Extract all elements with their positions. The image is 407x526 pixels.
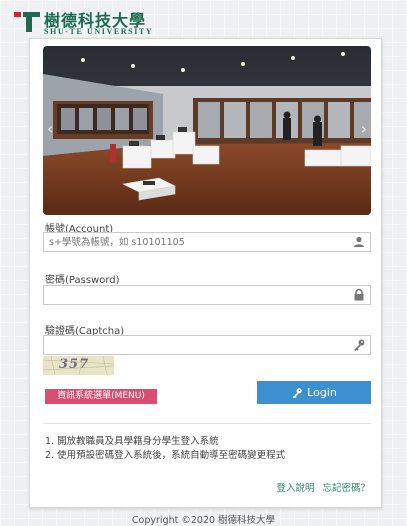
carousel-prev-icon[interactable]: ‹: [47, 121, 53, 137]
account-input[interactable]: [44, 233, 344, 251]
login-card: ‹ › 帳號(Account) 密碼(Password) 驗證碼(Captcha…: [29, 38, 382, 508]
note-item: 2. 使用預設密碼登入系統後，系統自動導至密碼變更程式: [45, 450, 286, 461]
password-field[interactable]: [43, 285, 371, 305]
login-button[interactable]: Login: [257, 381, 371, 404]
captcha-code: 357: [59, 357, 90, 372]
captcha-image[interactable]: 357: [43, 356, 114, 375]
password-label: 密碼(Password): [45, 275, 120, 286]
carousel-next-icon[interactable]: ›: [361, 121, 367, 137]
university-logo-icon: [14, 12, 40, 32]
menu-button[interactable]: 資訊系統選單(MENU): [45, 389, 157, 404]
password-input[interactable]: [44, 286, 344, 304]
exhibition-hall-photo: [43, 46, 371, 215]
key-icon: [354, 339, 365, 351]
lock-icon: [354, 288, 364, 301]
logo-english-name: SHU-TE UNIVERSITY: [44, 27, 154, 36]
login-help-link[interactable]: 登入說明: [276, 483, 314, 494]
help-links: 登入說明 忘記密碼？: [276, 480, 370, 494]
captcha-field[interactable]: [43, 335, 371, 355]
captcha-input[interactable]: [44, 336, 344, 354]
university-logo: 樹德科技大學 SHU-TE UNIVERSITY: [14, 8, 234, 36]
divider: [43, 423, 371, 424]
forgot-password-link[interactable]: 忘記密碼？: [322, 483, 370, 494]
account-field[interactable]: [43, 232, 371, 252]
hero-carousel: ‹ ›: [43, 46, 371, 215]
note-item: 1. 開放教職員及具學籍身分學生登入系統: [45, 436, 219, 447]
copyright-footer: Copyright ©2020 樹德科技大學: [131, 515, 276, 526]
key-icon: [292, 387, 302, 398]
user-icon: [354, 236, 364, 247]
login-notes: 1. 開放教職員及具學籍身分學生登入系統 2. 使用預設密碼登入系統後，系統自動…: [45, 435, 375, 463]
login-button-label: Login: [307, 386, 337, 399]
